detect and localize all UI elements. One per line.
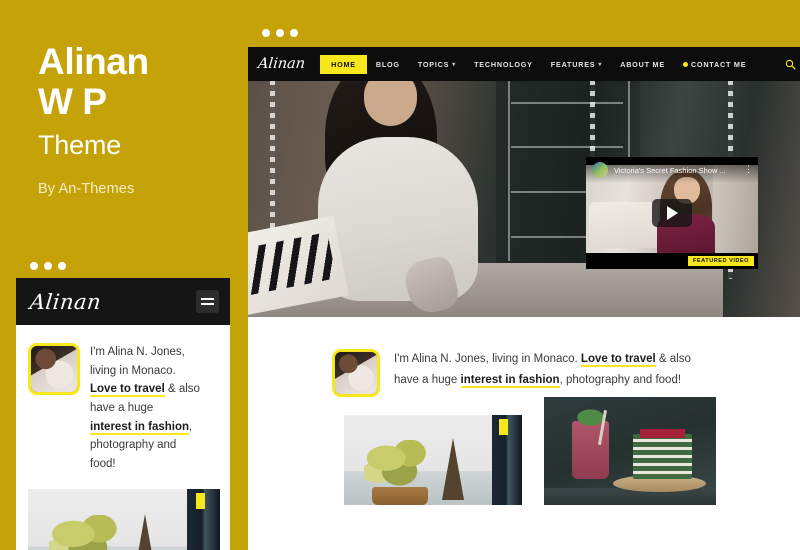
featured-video-card[interactable]: Victoria's Secret Fashion Show ... ⋮ FEA… [586, 157, 758, 269]
window-dot-minimize[interactable] [44, 261, 52, 270]
mobile-intro-after1: & also [164, 383, 200, 396]
mobile-intro-line1: I'm Alina N. Jones, [90, 346, 185, 358]
promo-byline: By An-Themes [38, 180, 135, 197]
search-icon [785, 59, 796, 70]
channel-avatar [592, 162, 608, 178]
mobile-window-titlebar [16, 253, 230, 278]
nav-item-home[interactable]: HOME [320, 54, 367, 74]
mobile-intro-after2: , [189, 420, 193, 433]
avatar [28, 343, 80, 395]
mobile-intro-link-fashion[interactable]: interest in fashion [90, 420, 190, 435]
desktop-window-body: Alinan HOME BLOG TOPICS ▾ TECHNOLOGY FEA… [248, 47, 800, 550]
mobile-post-thumbnail-travel[interactable] [28, 489, 220, 550]
desktop-window-titlebar [248, 18, 800, 47]
bullet-dot-icon [682, 61, 688, 67]
featured-video-badge: FEATURED VIDEO [688, 256, 754, 266]
mobile-intro-line2: living in Monaco. [90, 364, 176, 377]
nav-menu: HOME BLOG TOPICS ▾ TECHNOLOGY FEATURES ▾… [320, 54, 755, 74]
hamburger-icon[interactable] [196, 290, 219, 313]
mobile-preview-window: Alinan I'm Alina N. Jones, living in Mon… [16, 253, 230, 550]
nav-item-label: CONTACT ME [690, 59, 747, 69]
window-dot-close[interactable] [262, 28, 270, 37]
mobile-intro-line5: food! [90, 457, 116, 470]
intro-link-fashion[interactable]: interest in fashion [460, 373, 560, 388]
chevron-down-icon: ▾ [452, 61, 457, 68]
promo-title: Alinan W P [38, 41, 149, 122]
window-dot-minimize[interactable] [276, 28, 284, 37]
search-button[interactable] [767, 47, 800, 81]
nav-item-contact-me[interactable]: CONTACT ME [674, 56, 755, 73]
intro-line1-pre: I'm Alina N. Jones, living in Monaco. [394, 353, 581, 365]
mobile-intro-link-travel[interactable]: Love to travel [90, 383, 165, 398]
nav-item-label: TOPICS [417, 59, 450, 69]
window-dot-maximize[interactable] [290, 28, 298, 37]
about-intro-row: I'm Alina N. Jones, living in Monaco. Lo… [248, 317, 800, 397]
post-thumbnail-food[interactable] [544, 397, 716, 505]
video-title: Victoria's Secret Fashion Show ... [614, 165, 726, 175]
intro-link-travel[interactable]: Love to travel [580, 353, 656, 367]
mobile-about-intro-text: I'm Alina N. Jones, living in Monaco. Lo… [90, 343, 200, 473]
mobile-about-intro-row: I'm Alina N. Jones, living in Monaco. Lo… [16, 325, 230, 473]
mobile-site-logo[interactable]: Alinan [29, 290, 103, 314]
avatar [332, 349, 380, 397]
nav-item-label: BLOG [375, 59, 400, 69]
play-icon[interactable] [652, 199, 692, 227]
chevron-down-icon: ▾ [598, 61, 603, 68]
nav-item-technology[interactable]: TECHNOLOGY [465, 56, 542, 73]
site-logo[interactable]: Alinan [257, 56, 306, 72]
navbar-left: Alinan HOME BLOG TOPICS ▾ TECHNOLOGY FEA… [248, 47, 768, 81]
nav-item-label: TECHNOLOGY [474, 59, 533, 69]
nav-item-topics[interactable]: TOPICS ▾ [409, 56, 465, 73]
nav-item-label: ABOUT ME [620, 59, 665, 69]
mobile-intro-line4: photography and [90, 439, 177, 452]
nav-item-features[interactable]: FEATURES ▾ [542, 56, 611, 73]
intro-line2-pre: have a huge [394, 373, 461, 386]
mobile-intro-line3: have a huge [90, 401, 154, 414]
nav-item-label: FEATURES [550, 59, 596, 69]
about-intro-text: I'm Alina N. Jones, living in Monaco. Lo… [394, 349, 691, 391]
window-dot-close[interactable] [30, 261, 38, 270]
nav-item-blog[interactable]: BLOG [367, 56, 409, 73]
desktop-preview-window: Alinan HOME BLOG TOPICS ▾ TECHNOLOGY FEA… [248, 18, 800, 550]
hero-image: Alinan HOME BLOG TOPICS ▾ TECHNOLOGY FEA… [248, 47, 800, 317]
site-navbar: Alinan HOME BLOG TOPICS ▾ TECHNOLOGY FEA… [248, 47, 800, 81]
video-header: Victoria's Secret Fashion Show ... ⋮ [586, 157, 758, 183]
promo-subtitle: Theme [38, 129, 122, 160]
nav-item-about-me[interactable]: ABOUT ME [611, 56, 674, 73]
mobile-window-body: Alinan I'm Alina N. Jones, living in Mon… [16, 278, 230, 550]
window-dot-maximize[interactable] [58, 261, 66, 270]
post-thumbnails-row [248, 397, 800, 505]
more-options-icon[interactable]: ⋮ [744, 165, 753, 174]
nav-item-label: HOME [331, 59, 356, 69]
mobile-header: Alinan [16, 278, 230, 325]
intro-line1-post: & also [655, 353, 691, 365]
post-thumbnail-travel[interactable] [344, 415, 522, 505]
intro-line2-post: , photography and food! [559, 373, 682, 386]
